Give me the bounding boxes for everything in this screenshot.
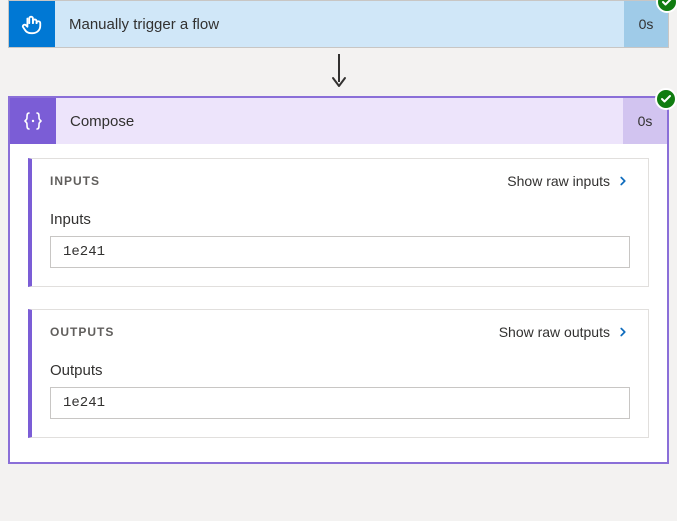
compose-body: INPUTS Show raw inputs Inputs 1e241 OUTP… xyxy=(10,144,667,462)
compose-icon xyxy=(10,98,56,144)
inputs-section-label: INPUTS xyxy=(50,174,100,188)
inputs-section: INPUTS Show raw inputs Inputs 1e241 xyxy=(28,158,649,287)
trigger-card[interactable]: Manually trigger a flow 0s xyxy=(8,0,669,48)
show-raw-outputs-label: Show raw outputs xyxy=(499,324,610,340)
show-raw-inputs-link[interactable]: Show raw inputs xyxy=(507,173,630,189)
chevron-right-icon xyxy=(616,325,630,339)
outputs-field-label: Outputs xyxy=(50,362,630,379)
compose-title: Compose xyxy=(56,113,623,130)
show-raw-inputs-label: Show raw inputs xyxy=(507,173,610,189)
trigger-header[interactable]: Manually trigger a flow 0s xyxy=(9,1,668,47)
flow-connector xyxy=(0,48,677,96)
outputs-value: 1e241 xyxy=(50,387,630,419)
manual-trigger-icon xyxy=(9,1,55,47)
inputs-value: 1e241 xyxy=(50,236,630,268)
show-raw-outputs-link[interactable]: Show raw outputs xyxy=(499,324,630,340)
chevron-right-icon xyxy=(616,174,630,188)
trigger-title: Manually trigger a flow xyxy=(55,16,624,33)
compose-header[interactable]: Compose 0s xyxy=(10,98,667,144)
compose-card[interactable]: Compose 0s INPUTS Show raw inputs xyxy=(8,96,669,464)
outputs-section-label: OUTPUTS xyxy=(50,325,114,339)
inputs-field-label: Inputs xyxy=(50,211,630,228)
outputs-section: OUTPUTS Show raw outputs Outputs 1e241 xyxy=(28,309,649,438)
success-check-icon xyxy=(655,88,677,110)
